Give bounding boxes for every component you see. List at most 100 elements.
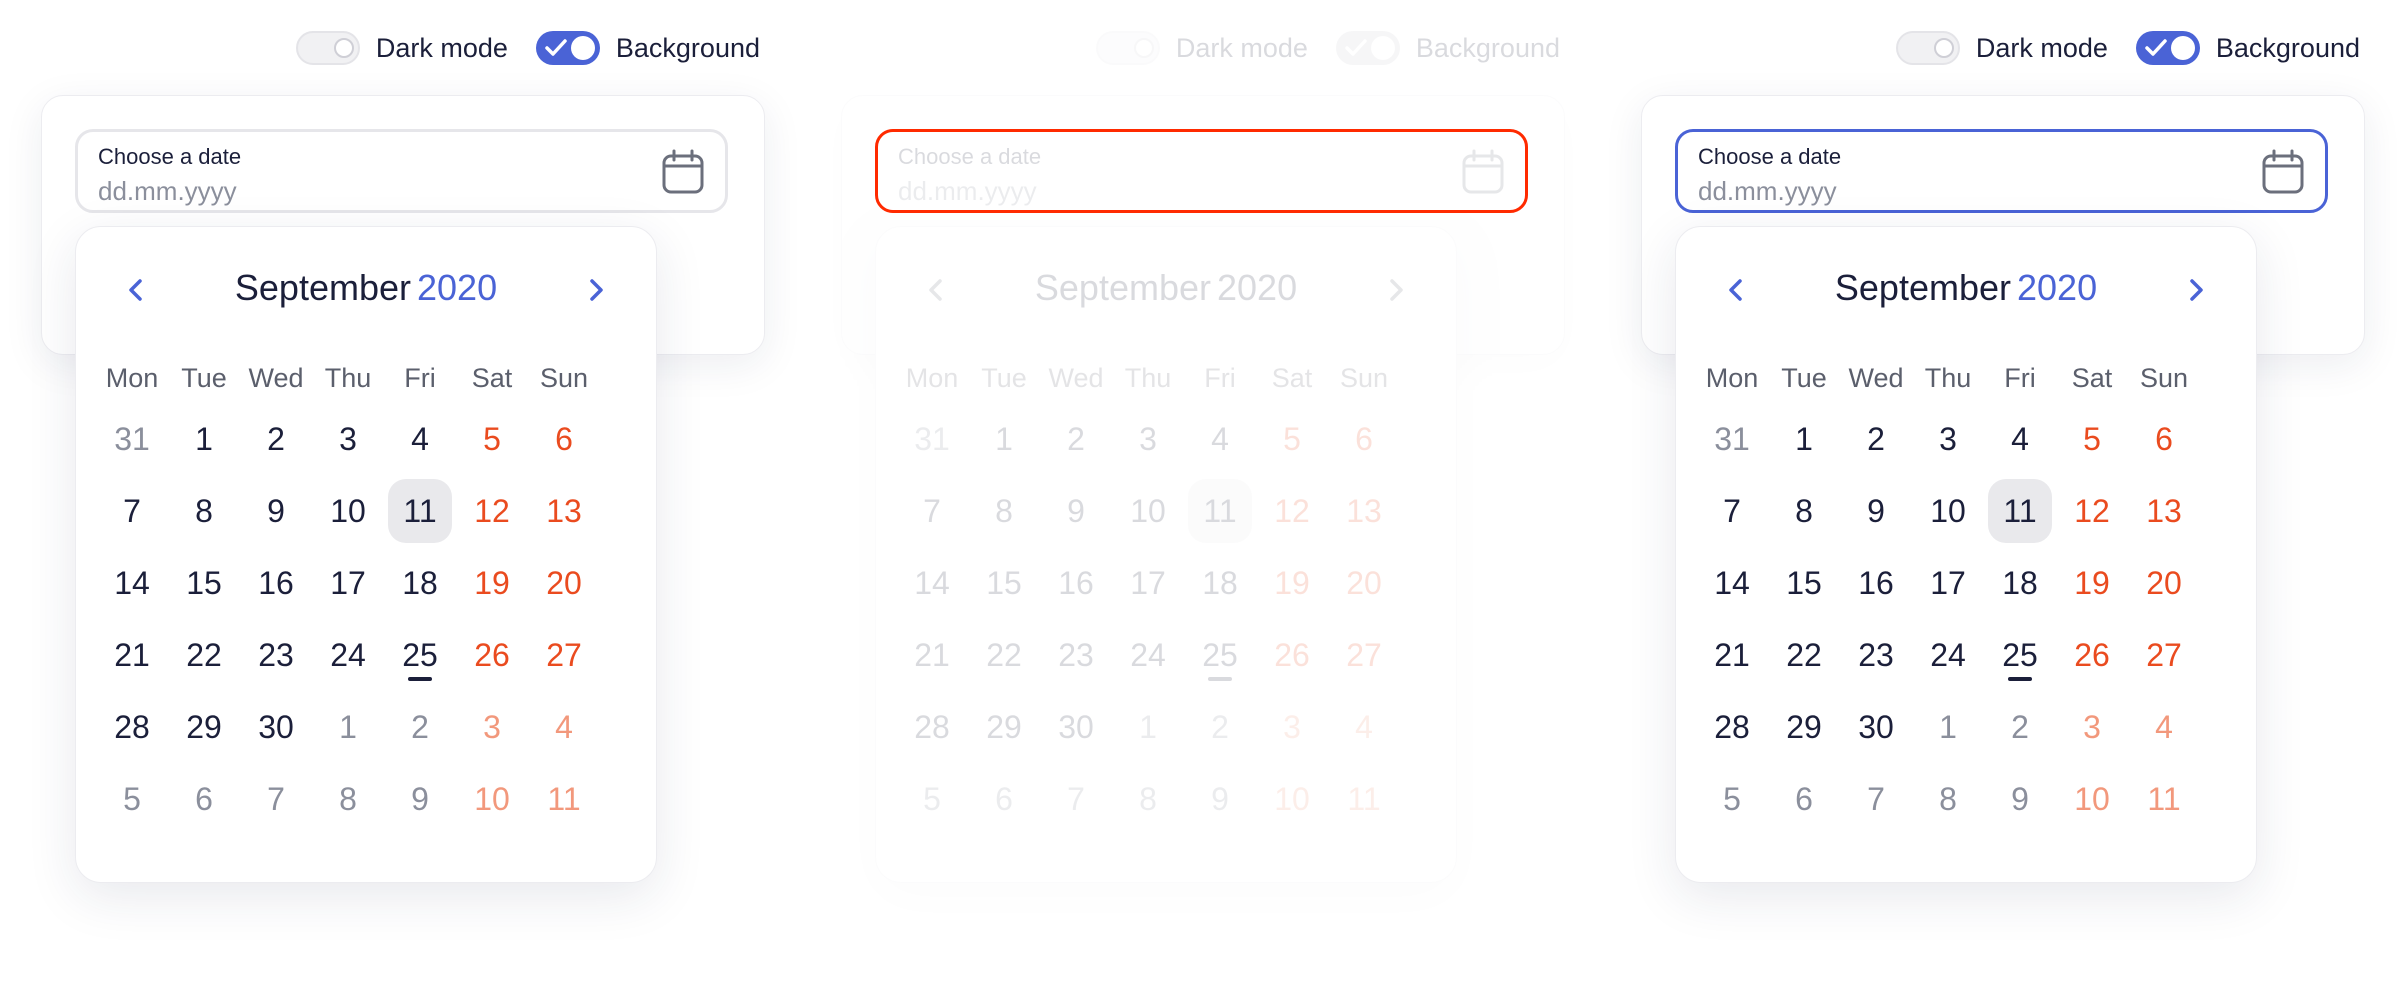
calendar-day[interactable]: 8 <box>316 767 380 831</box>
calendar-day[interactable]: 9 <box>1844 479 1908 543</box>
calendar-day[interactable]: 2 <box>1844 407 1908 471</box>
calendar-day[interactable]: 6 <box>172 767 236 831</box>
calendar-day[interactable]: 9 <box>1044 479 1108 543</box>
calendar-day[interactable]: 4 <box>1188 407 1252 471</box>
calendar-day[interactable]: 12 <box>460 479 524 543</box>
calendar-day[interactable]: 16 <box>1044 551 1108 615</box>
calendar-day[interactable]: 8 <box>1916 767 1980 831</box>
calendar-day[interactable]: 30 <box>1044 695 1108 759</box>
calendar-day[interactable]: 28 <box>1700 695 1764 759</box>
calendar-day[interactable]: 17 <box>1116 551 1180 615</box>
calendar-day[interactable]: 6 <box>1332 407 1396 471</box>
dark-mode-switch[interactable] <box>1895 31 1960 65</box>
calendar-day[interactable]: 25 <box>1188 623 1252 687</box>
calendar-day[interactable]: 3 <box>316 407 380 471</box>
calendar-day[interactable]: 10 <box>316 479 380 543</box>
date-input-field[interactable]: Choose a date dd.mm.yyyy <box>1675 129 2328 213</box>
calendar-day[interactable]: 31 <box>100 407 164 471</box>
calendar-day[interactable]: 23 <box>1044 623 1108 687</box>
calendar-day[interactable]: 3 <box>1260 695 1324 759</box>
calendar-day[interactable]: 11 <box>1988 479 2052 543</box>
calendar-day[interactable]: 5 <box>1260 407 1324 471</box>
calendar-day[interactable]: 2 <box>1188 695 1252 759</box>
calendar-day[interactable]: 9 <box>1188 767 1252 831</box>
calendar-day[interactable]: 13 <box>532 479 596 543</box>
calendar-day[interactable]: 7 <box>244 767 308 831</box>
calendar-day[interactable]: 31 <box>1700 407 1764 471</box>
calendar-day[interactable]: 1 <box>1916 695 1980 759</box>
calendar-day[interactable]: 19 <box>460 551 524 615</box>
calendar-day[interactable]: 9 <box>388 767 452 831</box>
calendar-day[interactable]: 4 <box>2132 695 2196 759</box>
calendar-day[interactable]: 11 <box>1188 479 1252 543</box>
dark-mode-toggle-group[interactable]: Dark mode <box>1095 31 1308 65</box>
calendar-day[interactable]: 27 <box>2132 623 2196 687</box>
calendar-day[interactable]: 1 <box>172 407 236 471</box>
calendar-day[interactable]: 9 <box>1988 767 2052 831</box>
calendar-day[interactable]: 11 <box>532 767 596 831</box>
calendar-day[interactable]: 3 <box>1116 407 1180 471</box>
calendar-day[interactable]: 11 <box>1332 767 1396 831</box>
calendar-day[interactable]: 4 <box>388 407 452 471</box>
dark-mode-toggle-group[interactable]: Dark mode <box>295 31 508 65</box>
calendar-day[interactable]: 10 <box>460 767 524 831</box>
calendar-day[interactable]: 10 <box>1916 479 1980 543</box>
background-toggle-group[interactable]: Background <box>535 31 760 65</box>
background-toggle-group[interactable]: Background <box>1335 31 1560 65</box>
calendar-day[interactable]: 24 <box>316 623 380 687</box>
calendar-day[interactable]: 17 <box>1916 551 1980 615</box>
calendar-day[interactable]: 24 <box>1116 623 1180 687</box>
calendar-day[interactable]: 4 <box>532 695 596 759</box>
calendar-day[interactable]: 26 <box>2060 623 2124 687</box>
calendar-day[interactable]: 10 <box>1116 479 1180 543</box>
calendar-day[interactable]: 1 <box>1116 695 1180 759</box>
calendar-day[interactable]: 30 <box>1844 695 1908 759</box>
calendar-day[interactable]: 25 <box>388 623 452 687</box>
calendar-day[interactable]: 8 <box>1772 479 1836 543</box>
calendar-day[interactable]: 28 <box>900 695 964 759</box>
calendar-day[interactable]: 3 <box>460 695 524 759</box>
calendar-day[interactable]: 1 <box>1772 407 1836 471</box>
calendar-day[interactable]: 2 <box>388 695 452 759</box>
calendar-day[interactable]: 26 <box>1260 623 1324 687</box>
calendar-day[interactable]: 13 <box>2132 479 2196 543</box>
calendar-day[interactable]: 25 <box>1988 623 2052 687</box>
calendar-day[interactable]: 8 <box>972 479 1036 543</box>
calendar-day[interactable]: 29 <box>972 695 1036 759</box>
calendar-day[interactable]: 18 <box>388 551 452 615</box>
calendar-day[interactable]: 28 <box>100 695 164 759</box>
calendar-icon[interactable] <box>1461 149 1505 195</box>
calendar-day[interactable]: 3 <box>2060 695 2124 759</box>
calendar-day[interactable]: 31 <box>900 407 964 471</box>
calendar-day[interactable]: 11 <box>2132 767 2196 831</box>
calendar-day[interactable]: 27 <box>1332 623 1396 687</box>
calendar-day[interactable]: 7 <box>1700 479 1764 543</box>
calendar-day[interactable]: 20 <box>1332 551 1396 615</box>
calendar-day[interactable]: 14 <box>100 551 164 615</box>
calendar-day[interactable]: 6 <box>1772 767 1836 831</box>
calendar-day[interactable]: 6 <box>2132 407 2196 471</box>
calendar-day[interactable]: 3 <box>1916 407 1980 471</box>
calendar-day[interactable]: 5 <box>900 767 964 831</box>
calendar-day[interactable]: 4 <box>1988 407 2052 471</box>
calendar-day[interactable]: 10 <box>2060 767 2124 831</box>
calendar-day[interactable]: 19 <box>2060 551 2124 615</box>
calendar-day[interactable]: 7 <box>100 479 164 543</box>
calendar-day[interactable]: 18 <box>1988 551 2052 615</box>
dark-mode-toggle-group[interactable]: Dark mode <box>1895 31 2108 65</box>
calendar-day[interactable]: 23 <box>1844 623 1908 687</box>
calendar-day[interactable]: 13 <box>1332 479 1396 543</box>
calendar-icon[interactable] <box>661 149 705 195</box>
calendar-day[interactable]: 11 <box>388 479 452 543</box>
calendar-day[interactable]: 24 <box>1916 623 1980 687</box>
calendar-day[interactable]: 26 <box>460 623 524 687</box>
calendar-day[interactable]: 12 <box>2060 479 2124 543</box>
calendar-day[interactable]: 2 <box>1988 695 2052 759</box>
calendar-day[interactable]: 4 <box>1332 695 1396 759</box>
calendar-day[interactable]: 22 <box>172 623 236 687</box>
calendar-day[interactable]: 6 <box>972 767 1036 831</box>
date-input-field-error[interactable]: Choose a date dd.mm.yyyy <box>875 129 1528 213</box>
calendar-day[interactable]: 15 <box>172 551 236 615</box>
calendar-day[interactable]: 15 <box>972 551 1036 615</box>
calendar-day[interactable]: 6 <box>532 407 596 471</box>
